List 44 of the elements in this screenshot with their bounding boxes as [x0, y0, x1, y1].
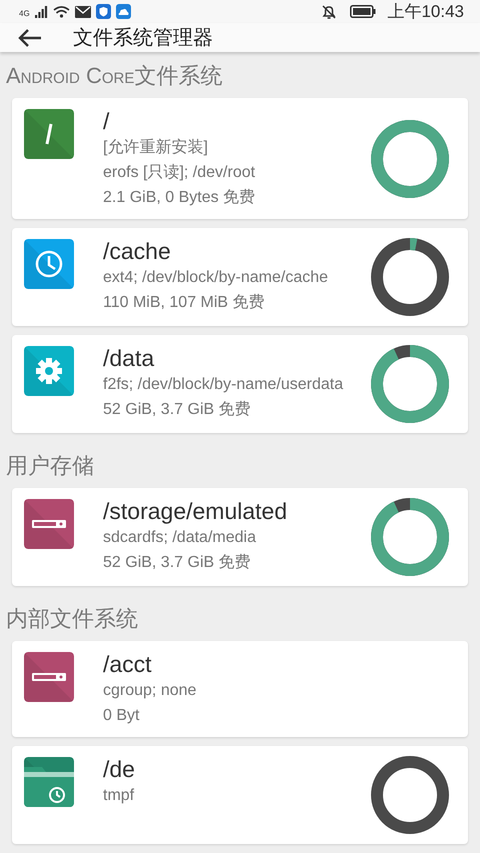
mount-detail: 0 Byt	[103, 706, 140, 726]
filesystem-card[interactable]: /storage/emulated sdcardfs; /data/media 52 GiB, 3.7 GiB 免费	[12, 488, 468, 586]
mount-detail: cgroup; none	[103, 681, 198, 701]
mail-icon	[74, 6, 91, 18]
mount-path: /data	[103, 344, 156, 372]
mount-detail: sdcardfs; /data/media	[103, 528, 257, 548]
mount-path: /storage/emulated	[103, 497, 288, 525]
bell-off-icon	[321, 4, 338, 20]
mount-detail: erofs [只读]; /dev/root	[103, 162, 256, 183]
section-title: 内部文件系统	[6, 605, 139, 633]
mount-detail: f2fs; /dev/block/by-name/userdata	[103, 375, 344, 395]
mount-detail: tmpf	[103, 786, 136, 806]
mount-path: /cache	[103, 237, 172, 265]
section-title: 用户存储	[6, 452, 95, 480]
filesystem-card[interactable]: /cache ext4; /dev/block/by-name/cache 110 MiB, 107 MiB 免费	[12, 228, 468, 326]
clock-time: 上午10:43	[387, 1, 464, 23]
battery-icon	[350, 5, 376, 18]
clock-icon	[24, 239, 74, 289]
network-type: 4G	[19, 9, 30, 18]
folder-icon	[24, 757, 74, 807]
signal-icon	[34, 6, 48, 18]
settings-icon	[24, 346, 74, 396]
mount-detail: 110 MiB, 107 MiB 免费	[103, 292, 266, 313]
filesystem-card[interactable]: /acct cgroup; none 0 Byt	[12, 641, 468, 737]
filesystem-card[interactable]: /de tmpf	[12, 746, 468, 844]
cloud-icon	[116, 4, 131, 19]
wifi-icon	[52, 5, 70, 18]
mount-detail: ext4; /dev/block/by-name/cache	[103, 268, 330, 288]
back-arrow-icon	[18, 28, 42, 48]
drive-icon	[24, 652, 74, 702]
mount-detail: 52 GiB, 3.7 GiB 免费	[103, 400, 252, 420]
mount-detail: 2.1 GiB, 0 Bytes 免费	[103, 188, 256, 208]
slash-icon	[24, 109, 74, 159]
mount-path: /de	[103, 755, 136, 783]
filesystem-card[interactable]: / [允许重新安装] erofs [只读]; /dev/root 2.1 GiB, 0 Bytes 免费	[12, 98, 468, 219]
mount-detail: [允许重新安装]	[103, 138, 209, 158]
shield-icon	[96, 4, 111, 19]
mount-path: /	[103, 107, 110, 135]
section-title: Android Core文件系统	[6, 62, 224, 90]
mount-detail: 52 GiB, 3.7 GiB 免费	[103, 552, 252, 573]
mount-path: /acct	[103, 650, 153, 678]
filesystem-card[interactable]: /data f2fs; /dev/block/by-name/userdata 52 GiB, 3.7 GiB 免费	[12, 335, 468, 433]
drive-icon	[24, 499, 74, 549]
app-title: 文件系统管理器	[73, 26, 213, 51]
